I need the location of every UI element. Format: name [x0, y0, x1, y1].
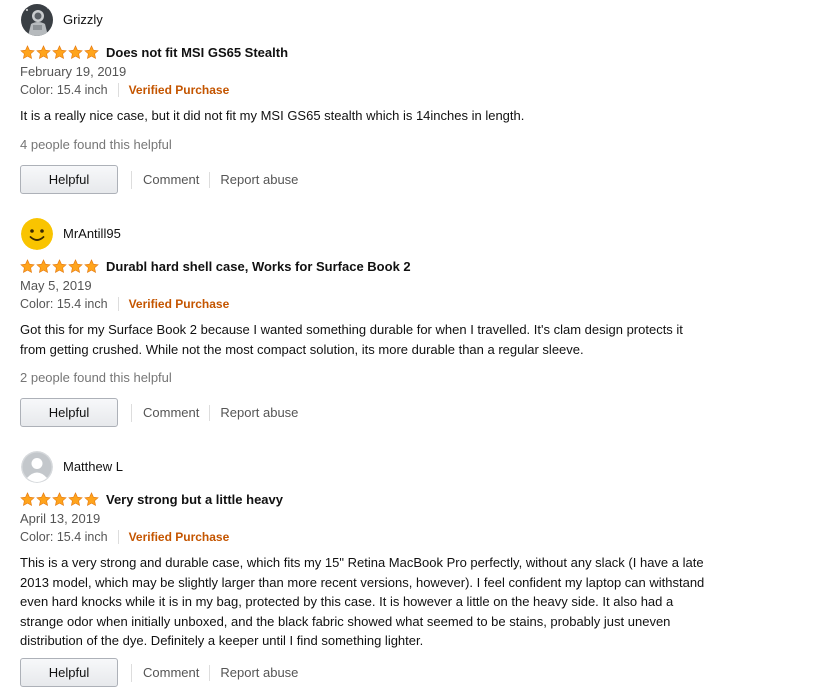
verified-purchase-badge: Verified Purchase [128, 297, 230, 311]
rating-line: Durabl hard shell case, Works for Surfac… [20, 257, 411, 275]
verified-purchase-badge: Verified Purchase [128, 83, 230, 97]
author-name[interactable]: Matthew L [63, 459, 123, 474]
review-meta: Color: 15.4 inch Verified Purchase [20, 530, 229, 544]
star-icon [52, 491, 67, 506]
review-meta: Color: 15.4 inch Verified Purchase [20, 83, 229, 97]
comment-link[interactable]: Comment [143, 665, 199, 680]
star-icon [68, 258, 83, 273]
rating-line: Does not fit MSI GS65 Stealth [20, 43, 288, 61]
author-name[interactable]: MrAntill95 [63, 226, 121, 241]
star-rating[interactable] [20, 44, 99, 60]
smiley-face-icon [21, 218, 53, 250]
review-actions: Helpful Comment Report abuse [20, 657, 298, 688]
divider [209, 404, 211, 421]
avatar[interactable] [21, 4, 53, 36]
report-abuse-link[interactable]: Report abuse [220, 172, 298, 187]
divider [131, 403, 132, 422]
star-icon [20, 491, 35, 506]
review-body: Got this for my Surface Book 2 because I… [20, 322, 683, 357]
star-icon [20, 258, 35, 273]
review-actions: Helpful Comment Report abuse [20, 397, 298, 428]
color-variant: Color: 15.4 inch [20, 83, 108, 97]
divider [131, 663, 132, 682]
review-title[interactable]: Very strong but a little heavy [106, 492, 283, 507]
color-variant: Color: 15.4 inch [20, 297, 108, 311]
comment-link[interactable]: Comment [143, 172, 199, 187]
review-title[interactable]: Durabl hard shell case, Works for Surfac… [106, 259, 411, 274]
review-body: It is a really nice case, but it did not… [20, 108, 525, 123]
divider [117, 530, 119, 544]
color-variant: Color: 15.4 inch [20, 530, 108, 544]
comment-link[interactable]: Comment [143, 405, 199, 420]
helpful-button[interactable]: Helpful [20, 658, 118, 687]
star-rating[interactable] [20, 491, 99, 507]
avatar[interactable] [21, 451, 53, 483]
review-title[interactable]: Does not fit MSI GS65 Stealth [106, 45, 288, 60]
divider [117, 297, 119, 311]
star-icon [84, 258, 99, 273]
star-icon [68, 44, 83, 59]
avatar[interactable] [21, 218, 53, 250]
star-icon [36, 491, 51, 506]
star-icon [84, 44, 99, 59]
star-rating[interactable] [20, 258, 99, 274]
divider [209, 171, 211, 188]
helpful-count: 2 people found this helpful [20, 370, 172, 385]
divider [117, 83, 119, 97]
astronaut-avatar-icon [21, 4, 53, 36]
report-abuse-link[interactable]: Report abuse [220, 665, 298, 680]
divider [131, 170, 132, 189]
review-date: February 19, 2019 [20, 64, 127, 79]
review-date: May 5, 2019 [20, 278, 92, 293]
report-abuse-link[interactable]: Report abuse [220, 405, 298, 420]
star-icon [36, 258, 51, 273]
rating-line: Very strong but a little heavy [20, 490, 283, 508]
default-user-icon [21, 451, 53, 483]
star-icon [20, 44, 35, 59]
star-icon [36, 44, 51, 59]
helpful-button[interactable]: Helpful [20, 165, 118, 194]
review-actions: Helpful Comment Report abuse [20, 164, 298, 195]
star-icon [52, 44, 67, 59]
star-icon [52, 258, 67, 273]
review-meta: Color: 15.4 inch Verified Purchase [20, 297, 229, 311]
review-date: April 13, 2019 [20, 511, 101, 526]
helpful-button[interactable]: Helpful [20, 398, 118, 427]
helpful-count: 4 people found this helpful [20, 137, 172, 152]
review-body: This is a very strong and durable case, … [20, 555, 705, 648]
verified-purchase-badge: Verified Purchase [128, 530, 230, 544]
star-icon [84, 491, 99, 506]
author-name[interactable]: Grizzly [63, 12, 103, 27]
divider [209, 664, 211, 681]
star-icon [68, 491, 83, 506]
